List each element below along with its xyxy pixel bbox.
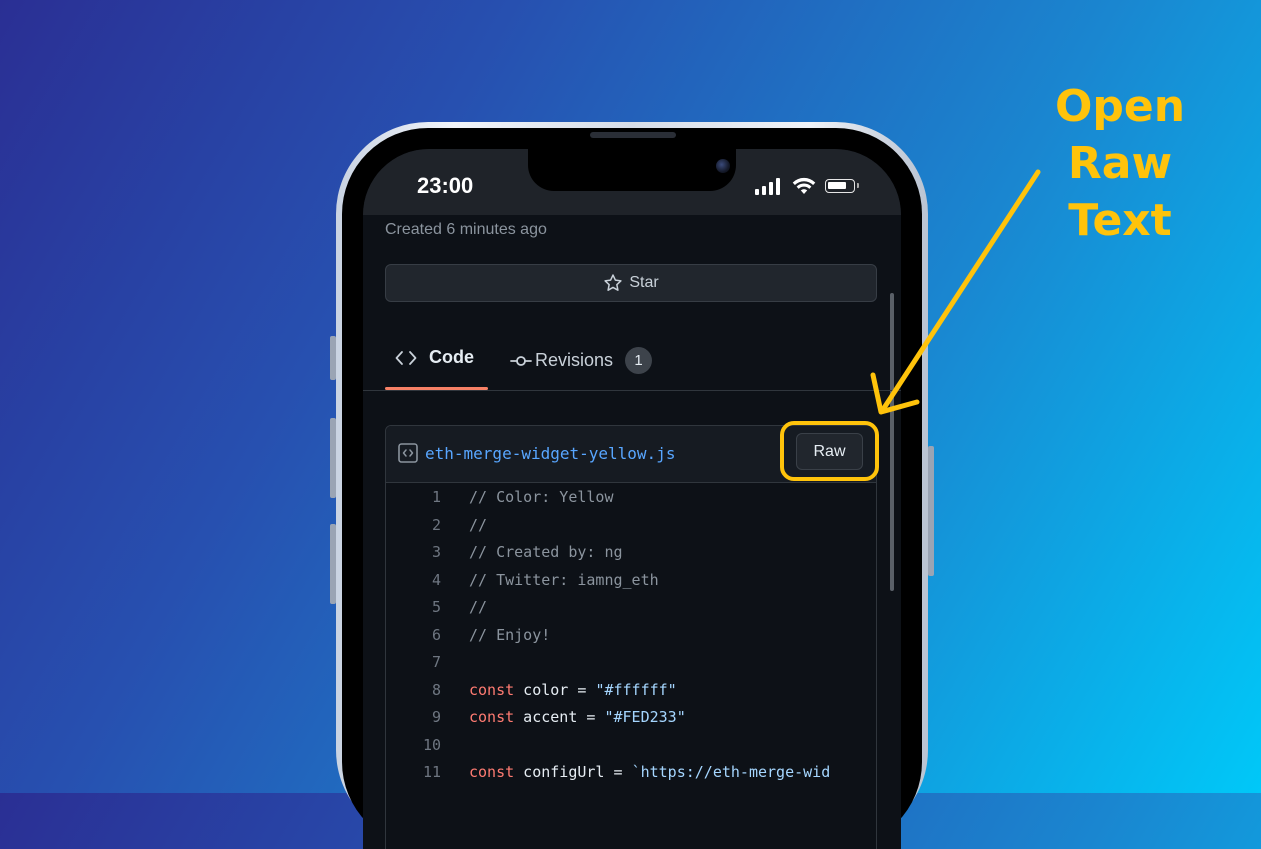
line-number: 7 bbox=[431, 653, 441, 671]
code-line: 1 // Color: Yellow bbox=[386, 484, 876, 511]
code-token: const bbox=[469, 708, 515, 726]
code-token: accent = bbox=[514, 708, 605, 726]
star-label: Star bbox=[629, 274, 659, 291]
code-line: 11 const configUrl = `https://eth-merge-w… bbox=[386, 759, 876, 786]
line-number: 8 bbox=[431, 680, 441, 699]
star-button[interactable]: Star bbox=[385, 264, 877, 302]
tab-bar: Code Revisions 1 bbox=[363, 329, 901, 391]
revisions-count-badge: 1 bbox=[625, 347, 653, 374]
file-code-icon bbox=[398, 443, 418, 463]
earpiece-speaker bbox=[590, 132, 676, 138]
git-commit-icon bbox=[510, 355, 532, 366]
code-token: // Enjoy! bbox=[469, 625, 551, 644]
tab-revisions[interactable]: Revisions 1 bbox=[510, 347, 653, 374]
code-line: 9 const accent = "#FED233" bbox=[386, 704, 876, 731]
battery-icon bbox=[825, 179, 859, 193]
code-token: const bbox=[469, 763, 515, 781]
code-line: 4 // Twitter: iamng_eth bbox=[386, 567, 876, 594]
code-line: 10 bbox=[386, 732, 876, 759]
line-number: 1 bbox=[431, 488, 441, 506]
code-token: "#FED233" bbox=[604, 708, 686, 726]
phone-screen: 23:00 Created 6 minutes ago Star Code Re… bbox=[363, 149, 901, 849]
line-content: // Created by: ng bbox=[469, 539, 623, 566]
code-line: 3 // Created by: ng bbox=[386, 539, 876, 566]
tab-revisions-label: Revisions bbox=[535, 350, 614, 370]
line-number: 2 bbox=[431, 515, 441, 534]
tab-code[interactable]: Code bbox=[395, 347, 474, 368]
line-content: const color = "#ffffff" bbox=[469, 677, 677, 704]
code-token: configUrl = bbox=[514, 763, 632, 781]
code-token: color = bbox=[514, 680, 596, 699]
line-number: 11 bbox=[422, 763, 441, 781]
line-content: const configUrl = `https://eth-merge-wid bbox=[469, 759, 830, 786]
line-content: // Color: Yellow bbox=[469, 484, 614, 511]
front-camera bbox=[716, 159, 730, 173]
tab-code-label: Code bbox=[429, 347, 474, 367]
annotation-line: Text bbox=[1068, 195, 1172, 246]
code-token: // Twitter: iamng_eth bbox=[469, 570, 659, 589]
code-line: 2 // bbox=[386, 512, 876, 539]
code-icon bbox=[395, 350, 417, 365]
line-number: 10 bbox=[422, 735, 441, 754]
code-line: 7 bbox=[386, 649, 876, 676]
file-container: eth-merge-widget-yellow.js Raw 1// Color… bbox=[385, 425, 877, 849]
annotation-text: Open Raw Text bbox=[1030, 78, 1210, 249]
annotation-line: Open bbox=[1054, 81, 1186, 132]
code-line: 5 // bbox=[386, 594, 876, 621]
raw-button-highlight bbox=[780, 421, 879, 481]
line-content: // bbox=[469, 512, 487, 539]
line-number: 3 bbox=[431, 543, 441, 561]
line-content: const accent = "#FED233" bbox=[469, 704, 686, 731]
power-button bbox=[928, 446, 934, 576]
code-token: "#ffffff" bbox=[595, 680, 677, 699]
code-token: // bbox=[469, 515, 488, 534]
code-line: 6 // Enjoy! bbox=[386, 622, 876, 649]
signal-icon bbox=[755, 177, 783, 195]
code-token: // Created by: ng bbox=[469, 543, 623, 561]
active-tab-indicator bbox=[385, 387, 488, 390]
wifi-icon bbox=[792, 177, 816, 194]
status-time: 23:00 bbox=[417, 173, 474, 198]
star-icon bbox=[604, 274, 622, 291]
line-number: 4 bbox=[431, 570, 441, 589]
code-token: `https://eth-merge-wid bbox=[631, 763, 831, 781]
created-time: Created 6 minutes ago bbox=[385, 221, 547, 238]
code-line: 8 const color = "#ffffff" bbox=[386, 677, 876, 704]
code-token: // Color: Yellow bbox=[469, 488, 614, 506]
annotation-line: Raw bbox=[1067, 138, 1173, 189]
line-content: // Enjoy! bbox=[469, 622, 550, 649]
line-number: 9 bbox=[431, 708, 441, 726]
code-token: // bbox=[469, 598, 488, 616]
line-content: // bbox=[469, 594, 487, 621]
file-name-link[interactable]: eth-merge-widget-yellow.js bbox=[425, 444, 675, 463]
line-number: 6 bbox=[431, 625, 441, 644]
notch bbox=[528, 149, 736, 191]
line-number: 5 bbox=[431, 598, 441, 616]
code-token: const bbox=[469, 680, 515, 699]
line-content: // Twitter: iamng_eth bbox=[469, 567, 659, 594]
